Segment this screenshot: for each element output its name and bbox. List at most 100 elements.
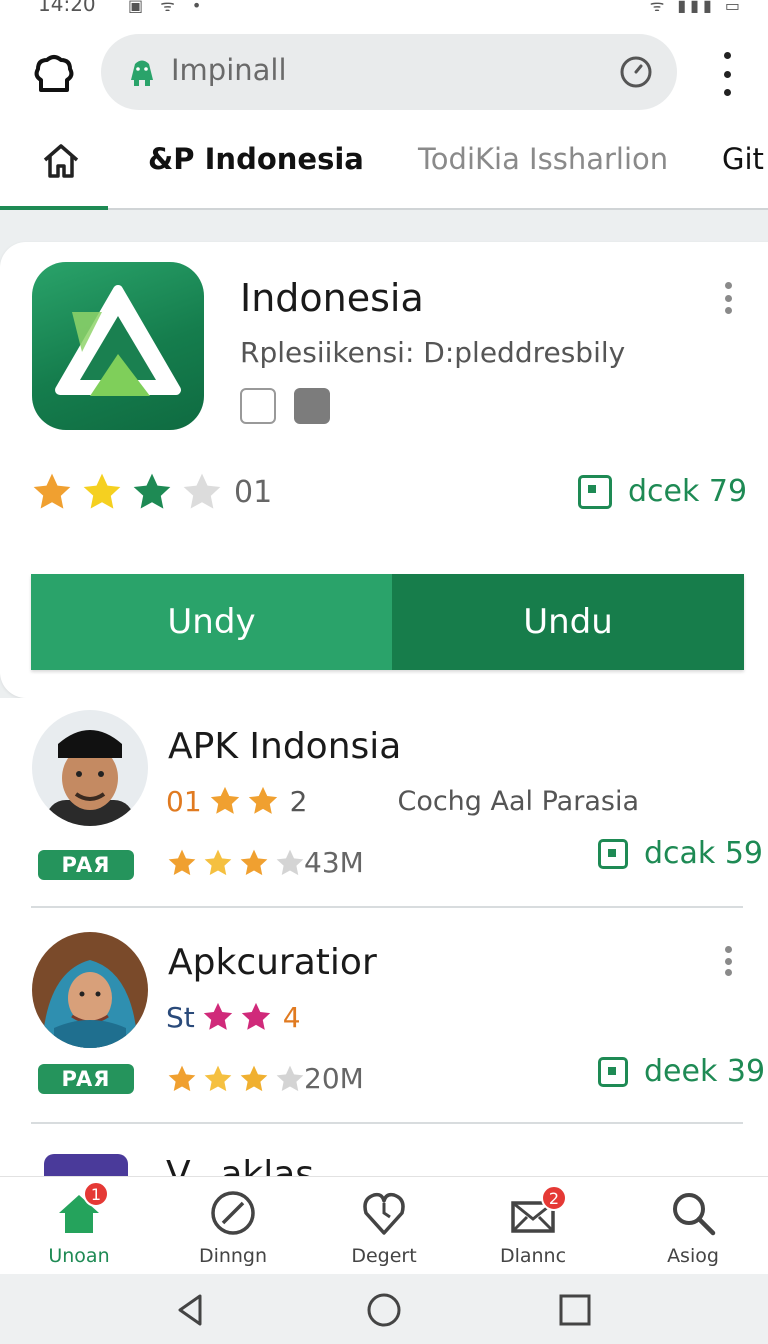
- android-logo-icon: [131, 60, 153, 86]
- nav-label: Dlannc: [499, 1245, 567, 1267]
- card-overflow-button[interactable]: [722, 282, 734, 314]
- app-list: PAЯ APK Indonsia 01 2 Cochg Aal Parasia …: [0, 698, 768, 1176]
- star-empty-icon: [276, 849, 304, 875]
- tab-git[interactable]: Git: [722, 142, 764, 176]
- nav-dlannc[interactable]: 2 Dlannc: [473, 1177, 593, 1275]
- download-chip-icon: [578, 474, 612, 509]
- download-count-chip: deek 39: [598, 1054, 765, 1089]
- featured-rating: 01: [30, 470, 272, 514]
- featured-app-subtitle: Rplesiikensi: D:pleddresbily: [240, 336, 626, 369]
- pa-tag: PAЯ: [38, 1064, 134, 1094]
- star-empty-icon: [183, 473, 221, 509]
- nav-home[interactable]: 1 Unoan: [19, 1177, 139, 1275]
- star-empty-icon: [276, 1065, 304, 1091]
- pa-tag: PAЯ: [38, 850, 134, 880]
- nav-discover[interactable]: Dinngn: [173, 1177, 293, 1275]
- partial-app-icon: [44, 1154, 128, 1176]
- notification-badge: 2: [541, 1185, 567, 1211]
- status-icons-left: ▣ ᯤ •: [128, 0, 208, 15]
- search-input[interactable]: Impinall: [171, 53, 287, 87]
- dot: [724, 969, 732, 976]
- install-button-group: Undy Undu: [31, 574, 744, 670]
- status-time: 14:20: [38, 0, 96, 16]
- partial-list-item-title: V...aklas: [166, 1154, 315, 1176]
- status-icons-right: ᯤ ▮▮▮ ▭: [649, 0, 744, 15]
- recents-icon[interactable]: [558, 1293, 592, 1327]
- search-icon: [673, 1193, 716, 1236]
- nav-degert[interactable]: Degert: [324, 1177, 444, 1275]
- divider: [31, 906, 743, 908]
- dot: [723, 70, 731, 78]
- dot: [724, 307, 732, 314]
- dot: [723, 89, 731, 96]
- list-item-title: APK Indonsia: [168, 726, 402, 767]
- star-half-icon: [210, 786, 239, 814]
- list-item-rating: 20M: [166, 1062, 364, 1095]
- nav-label: Asiog: [667, 1245, 719, 1267]
- dot: [723, 52, 731, 59]
- nav-label: Degert: [351, 1245, 417, 1267]
- star-icon: [203, 1002, 232, 1030]
- tab-p-indonesia[interactable]: &P Indonesia: [148, 142, 364, 176]
- avatar: [32, 932, 148, 1048]
- divider: [31, 1122, 743, 1124]
- home-circle-icon[interactable]: [367, 1293, 401, 1327]
- featured-app-card[interactable]: Indonesia Rplesiikensi: D:pleddresbily 0…: [0, 242, 768, 698]
- app-logo-button[interactable]: [30, 50, 78, 98]
- featured-app-title: Indonesia: [240, 276, 424, 320]
- meta-extra: 4: [282, 1000, 301, 1034]
- item-overflow-button[interactable]: [722, 946, 734, 976]
- undy-button[interactable]: Undy: [31, 574, 392, 670]
- compass-icon[interactable]: [619, 55, 653, 89]
- download-count-chip: dcek 79: [578, 474, 747, 509]
- category-badge-icon: [294, 388, 330, 424]
- app-outline-icon: [34, 55, 74, 92]
- top-app-bar: Impinall: [0, 18, 768, 128]
- star-half-icon: [240, 1065, 268, 1091]
- undu-button[interactable]: Undu: [392, 574, 744, 670]
- rating-count: 01: [234, 474, 273, 510]
- download-chip-icon: [598, 1056, 628, 1087]
- overflow-menu-button[interactable]: [712, 52, 742, 96]
- download-chip-icon: [598, 838, 628, 869]
- dot: [724, 957, 732, 965]
- dot: [724, 946, 732, 953]
- tag-label: PAЯ: [61, 853, 111, 877]
- tab-bar: &P Indonesia TodiKia Issharlion Git: [0, 128, 768, 210]
- compass-icon: [211, 1191, 255, 1235]
- download-count-chip: dcak 59: [598, 836, 763, 871]
- star-icon: [168, 849, 196, 875]
- list-item-rating: 43M: [166, 846, 364, 879]
- search-bar[interactable]: Impinall: [101, 34, 677, 110]
- developer-name: Cochg Aal Parasia: [397, 785, 639, 817]
- star-icon: [168, 1065, 196, 1091]
- nav-label: Unoan: [48, 1245, 110, 1267]
- star-half-icon: [204, 1065, 232, 1091]
- tab-todikia[interactable]: TodiKia Issharlion: [418, 142, 668, 176]
- dot: [724, 294, 732, 302]
- download-count-text: deek 39: [644, 1054, 766, 1089]
- star-icon: [248, 786, 277, 814]
- back-icon[interactable]: [174, 1293, 208, 1327]
- heart-clock-icon: [363, 1192, 405, 1235]
- app-size: 20M: [304, 1062, 364, 1095]
- meta-number: St: [166, 1000, 195, 1034]
- tab-indicator: [0, 206, 108, 210]
- tag-label: PAЯ: [61, 1067, 111, 1091]
- list-item-meta: 01 2 Cochg Aal Parasia: [166, 784, 639, 818]
- download-count-text: dcek 79: [628, 474, 748, 509]
- nav-search[interactable]: Asiog: [633, 1177, 753, 1275]
- featured-app-icon: [32, 262, 204, 430]
- dot: [724, 282, 732, 289]
- bottom-navigation: 1 Unoan Dinngn Degert 2 Dlannc Asiog: [0, 1176, 768, 1274]
- avatar: [32, 710, 148, 826]
- meta-number: 01: [166, 784, 202, 818]
- home-tab-icon[interactable]: [40, 140, 82, 182]
- list-item-title: Apkcuratior: [168, 942, 377, 983]
- star-icon: [133, 473, 171, 509]
- star-icon: [240, 849, 268, 875]
- system-navigation-bar: [0, 1274, 768, 1344]
- app-size: 43M: [304, 846, 364, 879]
- notification-badge: 1: [83, 1181, 109, 1207]
- star-icon: [33, 473, 71, 509]
